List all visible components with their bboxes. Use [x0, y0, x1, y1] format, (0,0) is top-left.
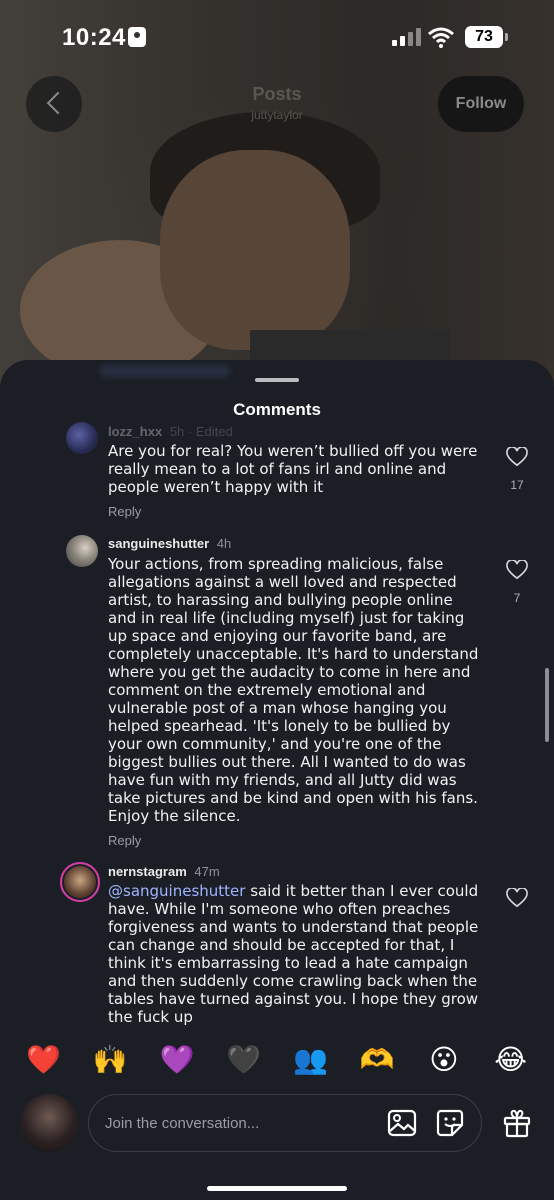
comment-time: 47m	[194, 864, 220, 879]
comment-time: 4h	[216, 536, 232, 551]
username-text: lozz_hxx	[108, 424, 163, 439]
status-bar: 10:24 73	[0, 0, 554, 76]
heart-outline-icon[interactable]	[506, 560, 528, 580]
username-text: sanguineshutter	[108, 536, 210, 551]
like-count: 17	[510, 478, 524, 492]
comment-username[interactable]: nernstagram 47m	[108, 864, 220, 879]
blurred-caption	[100, 365, 230, 377]
scroll-indicator[interactable]	[545, 668, 549, 742]
sheet-grabber[interactable]	[255, 378, 299, 382]
avatar[interactable]	[20, 1094, 78, 1152]
reply-button[interactable]: Reply	[108, 833, 141, 848]
follow-button[interactable]: Follow	[438, 76, 524, 132]
avatar[interactable]	[60, 862, 100, 902]
emoji-raised-hands[interactable]: 🙌	[90, 1045, 130, 1075]
reply-button[interactable]: Reply	[108, 504, 141, 519]
comment-time: 5h · Edited	[169, 424, 233, 439]
emoji-joy[interactable]: 😂	[491, 1045, 531, 1075]
home-indicator[interactable]	[207, 1186, 347, 1191]
sticker-icon[interactable]	[435, 1108, 465, 1138]
comment-text: Are you for real? You weren’t bullied of…	[108, 442, 478, 496]
comment-input-wrapper	[88, 1094, 482, 1152]
emoji-purple-heart[interactable]: 💜	[157, 1045, 197, 1075]
avatar[interactable]	[66, 422, 98, 454]
heart-outline-icon[interactable]	[506, 447, 528, 467]
like-count: 7	[513, 591, 521, 605]
comment-text-rest: said it better than I ever could have. W…	[108, 882, 479, 1026]
comment-username[interactable]: sanguineshutter 4h	[108, 536, 231, 551]
image-icon[interactable]	[387, 1108, 417, 1138]
comment-input[interactable]	[105, 1095, 375, 1151]
gift-icon[interactable]	[502, 1108, 532, 1138]
comment-composer	[0, 1090, 554, 1200]
cellular-signal-icon	[392, 28, 421, 46]
status-time: 10:24	[62, 24, 126, 51]
comment-username[interactable]: lozz_hxx 5h · Edited	[108, 424, 233, 439]
emoji-red-heart[interactable]: ❤️	[23, 1045, 63, 1075]
comment-text: @sanguineshutter said it better than I e…	[108, 882, 480, 1026]
sheet-title: Comments	[233, 400, 321, 419]
emoji-black-heart[interactable]: 🖤	[224, 1045, 264, 1075]
emoji-open-mouth[interactable]: 😮	[424, 1045, 464, 1075]
focus-person-icon	[128, 27, 146, 47]
username-text: nernstagram	[108, 864, 187, 879]
mention-link[interactable]: @sanguineshutter	[108, 882, 245, 900]
avatar[interactable]	[66, 535, 98, 567]
heart-outline-icon[interactable]	[506, 888, 528, 908]
battery-indicator: 73	[465, 26, 508, 48]
wifi-icon	[428, 27, 454, 48]
emoji-reaction-bar: ❤️ 🙌 💜 🖤 👥 🫶 😮 😂	[0, 1030, 554, 1090]
comment-text: Your actions, from spreading malicious, …	[108, 555, 479, 825]
emoji-heart-hands[interactable]: 🫶	[357, 1045, 397, 1075]
emoji-people[interactable]: 👥	[290, 1045, 330, 1075]
